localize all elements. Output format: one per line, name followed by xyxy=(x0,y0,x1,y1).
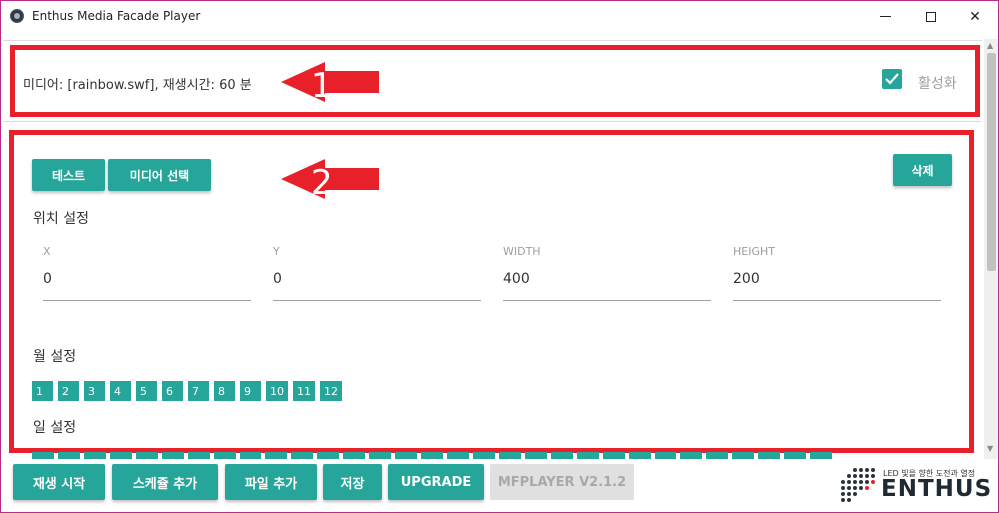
play-button[interactable]: 재생 시작 xyxy=(13,464,105,500)
x-value: 0 xyxy=(43,271,52,287)
width-value: 400 xyxy=(503,271,530,287)
window-title: Enthus Media Facade Player xyxy=(32,9,201,23)
day-chip[interactable] xyxy=(161,452,184,459)
month-chip[interactable]: 10 xyxy=(266,381,288,401)
test-button[interactable]: 테스트 xyxy=(32,159,105,191)
app-icon xyxy=(10,9,24,23)
maximize-button[interactable] xyxy=(908,1,954,32)
day-chip[interactable] xyxy=(628,452,651,459)
day-chip[interactable] xyxy=(732,452,755,459)
minimize-icon xyxy=(879,16,891,17)
day-chip[interactable] xyxy=(784,452,807,459)
day-chip[interactable] xyxy=(576,452,599,459)
add-file-button[interactable]: 파일 추가 xyxy=(225,464,317,500)
activate-label: 활성화 xyxy=(918,76,957,92)
y-field[interactable]: Y 0 xyxy=(273,245,481,301)
day-chip[interactable] xyxy=(291,452,314,459)
day-chip[interactable] xyxy=(32,452,54,459)
day-chip[interactable] xyxy=(447,452,469,459)
vertical-scrollbar[interactable]: ▲ ▼ xyxy=(984,39,998,459)
day-chip[interactable] xyxy=(265,452,288,459)
logo-wordmark: ENTHUS xyxy=(881,476,993,502)
day-chip[interactable] xyxy=(680,452,703,459)
x-field[interactable]: X 0 xyxy=(43,245,251,301)
month-chip[interactable]: 4 xyxy=(110,381,131,401)
month-chip[interactable]: 8 xyxy=(214,381,235,401)
day-chip[interactable] xyxy=(213,452,236,459)
upgrade-button[interactable]: UPGRADE xyxy=(388,464,484,500)
day-chip[interactable] xyxy=(602,452,625,459)
day-chip[interactable] xyxy=(421,452,443,459)
minimize-button[interactable] xyxy=(862,1,908,32)
logo-dots-icon xyxy=(841,468,875,502)
day-chip[interactable] xyxy=(654,452,677,459)
add-schedule-button[interactable]: 스케쥴 추가 xyxy=(112,464,218,500)
day-chip[interactable] xyxy=(706,452,729,459)
position-settings-title: 위치 설정 xyxy=(33,211,89,227)
day-chip[interactable] xyxy=(369,452,392,459)
day-chip[interactable] xyxy=(472,452,495,459)
day-chip[interactable] xyxy=(83,452,106,459)
select-media-button[interactable]: 미디어 선택 xyxy=(108,159,211,191)
day-chip[interactable] xyxy=(550,452,573,459)
version-button: MFPLAYER V2.1.2 xyxy=(490,464,634,500)
day-chip[interactable] xyxy=(758,452,781,459)
month-chip[interactable]: 6 xyxy=(162,381,183,401)
app-window: Enthus Media Facade Player ✕ 미디어: [rainb… xyxy=(0,0,999,513)
footer-bar: 재생 시작 스케쥴 추가 파일 추가 저장 UPGRADE MFPLAYER V… xyxy=(1,459,998,512)
height-value: 200 xyxy=(733,271,760,287)
save-button[interactable]: 저장 xyxy=(323,464,382,500)
scroll-up-icon[interactable]: ▲ xyxy=(987,41,993,50)
day-chip[interactable] xyxy=(239,452,262,459)
day-chip[interactable] xyxy=(810,452,833,459)
check-icon xyxy=(885,73,899,85)
close-button[interactable]: ✕ xyxy=(952,1,998,32)
month-chip[interactable]: 1 xyxy=(32,381,53,401)
title-bar: Enthus Media Facade Player ✕ xyxy=(1,1,998,32)
annotation-number-2: 2 xyxy=(311,163,333,199)
close-icon: ✕ xyxy=(969,8,981,25)
day-chip[interactable] xyxy=(524,452,547,459)
month-chip[interactable]: 9 xyxy=(240,381,261,401)
width-label: WIDTH xyxy=(503,245,541,258)
month-chip[interactable]: 12 xyxy=(320,381,342,401)
month-chip[interactable]: 2 xyxy=(58,381,79,401)
activate-checkbox[interactable] xyxy=(882,69,902,89)
height-label: HEIGHT xyxy=(733,245,775,258)
month-chip[interactable]: 7 xyxy=(188,381,209,401)
month-chip[interactable]: 11 xyxy=(293,381,315,401)
main-content: 미디어: [rainbow.swf], 재생시간: 60 분 1 활성화 테스트… xyxy=(1,32,984,459)
annotation-arrow-1: 1 xyxy=(281,62,379,102)
day-chip[interactable] xyxy=(187,452,210,459)
month-settings-title: 월 설정 xyxy=(33,349,77,365)
maximize-icon xyxy=(926,11,936,22)
enthus-logo: LED 빛을 향한 도전과 열정 ENTHUS xyxy=(835,462,993,506)
y-label: Y xyxy=(273,245,280,258)
day-chip[interactable] xyxy=(395,452,418,459)
month-chip[interactable]: 5 xyxy=(136,381,157,401)
day-settings-title: 일 설정 xyxy=(33,420,77,436)
annotation-arrow-2: 2 xyxy=(281,159,379,199)
day-chip[interactable] xyxy=(57,452,80,459)
annotation-number-1: 1 xyxy=(311,66,333,102)
day-chip[interactable] xyxy=(498,452,521,459)
day-chip[interactable] xyxy=(109,452,132,459)
width-field[interactable]: WIDTH 400 xyxy=(503,245,711,301)
x-label: X xyxy=(43,245,51,258)
media-info-text: 미디어: [rainbow.swf], 재생시간: 60 분 xyxy=(23,78,252,93)
scroll-thumb[interactable] xyxy=(987,53,996,271)
month-chip[interactable]: 3 xyxy=(84,381,105,401)
month-chip-list: 1 2 3 4 5 6 7 8 9 10 11 12 xyxy=(32,381,342,401)
height-field[interactable]: HEIGHT 200 xyxy=(733,245,941,301)
day-chip[interactable] xyxy=(343,452,366,459)
day-chip[interactable] xyxy=(317,452,340,459)
day-chip[interactable] xyxy=(135,452,158,459)
day-chip-list xyxy=(32,452,833,459)
y-value: 0 xyxy=(273,271,282,287)
delete-button[interactable]: 삭제 xyxy=(893,154,952,186)
scroll-down-icon[interactable]: ▼ xyxy=(987,444,993,453)
